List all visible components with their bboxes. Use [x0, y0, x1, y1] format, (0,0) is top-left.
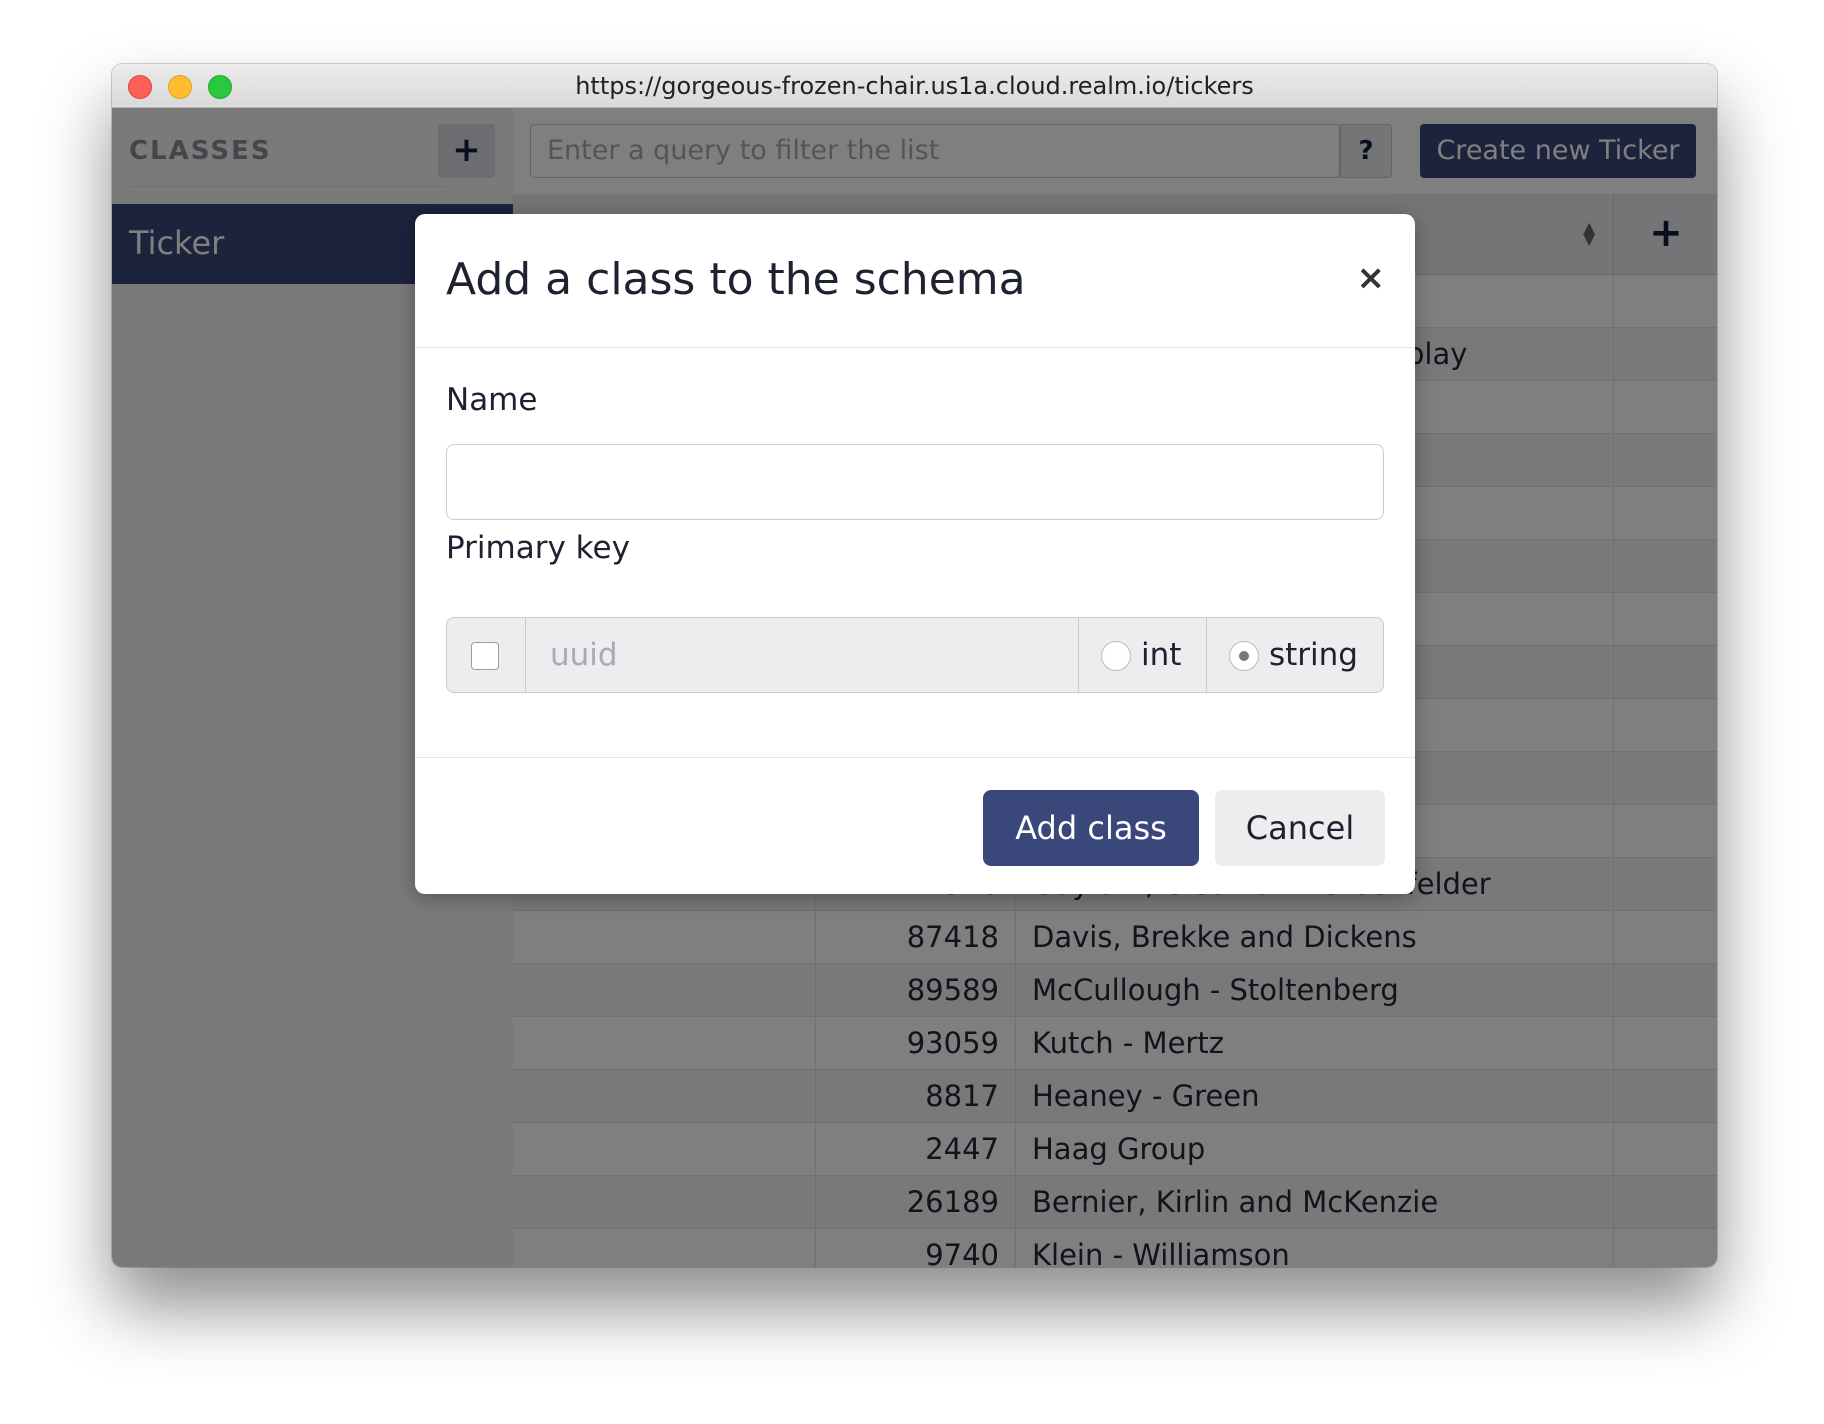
class-name-input[interactable]	[446, 444, 1384, 520]
primary-key-group: uuid int string	[446, 617, 1384, 693]
primary-key-toggle-cell	[447, 618, 526, 692]
string-radio[interactable]	[1229, 641, 1259, 671]
pk-type-string[interactable]: string	[1207, 618, 1383, 692]
primary-key-checkbox[interactable]	[471, 642, 499, 670]
dialog-title: Add a class to the schema	[446, 254, 1026, 305]
primary-key-label: Primary key	[446, 530, 630, 566]
dialog-header: Add a class to the schema ×	[415, 214, 1415, 348]
pk-type-int[interactable]: int	[1079, 618, 1207, 692]
close-icon[interactable]: ×	[1357, 258, 1386, 298]
int-label: int	[1141, 637, 1182, 673]
window-titlebar: https://gorgeous-frozen-chair.us1a.cloud…	[112, 64, 1717, 108]
add-class-submit-button[interactable]: Add class	[983, 790, 1199, 866]
name-label: Name	[446, 382, 538, 418]
cancel-button[interactable]: Cancel	[1215, 790, 1385, 866]
modal-backdrop[interactable]: Add a class to the schema × Name Primary…	[112, 108, 1717, 1267]
primary-key-name-input[interactable]: uuid	[525, 618, 1079, 692]
string-label: string	[1269, 637, 1358, 673]
add-class-dialog: Add a class to the schema × Name Primary…	[415, 214, 1415, 894]
int-radio[interactable]	[1101, 641, 1131, 671]
app-window: https://gorgeous-frozen-chair.us1a.cloud…	[112, 64, 1717, 1267]
dialog-footer: Add class Cancel	[415, 757, 1415, 895]
window-title: https://gorgeous-frozen-chair.us1a.cloud…	[575, 72, 1254, 100]
